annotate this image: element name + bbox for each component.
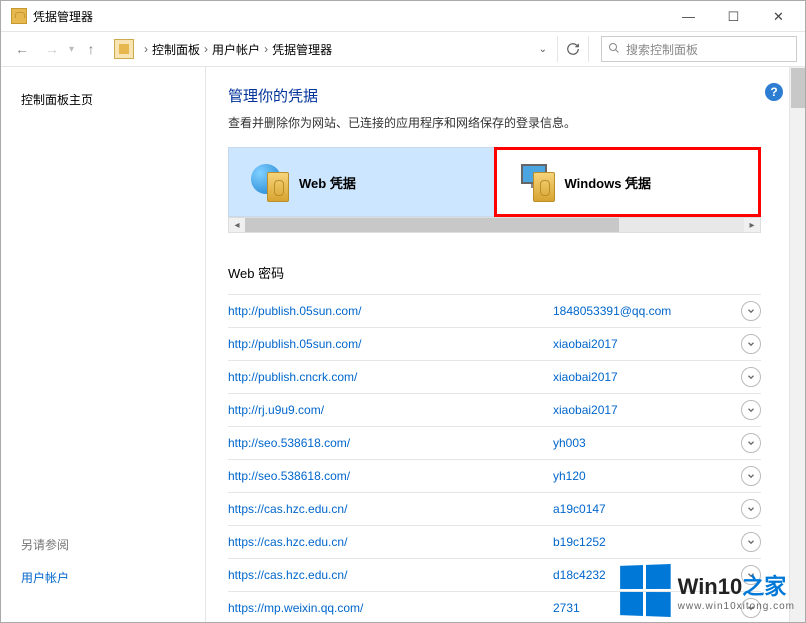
see-also-label: 另请参阅 <box>21 536 185 553</box>
content: 控制面板主页 另请参阅 用户帐户 ? 管理你的凭据 查看并删除你为网站、已连接的… <box>1 67 805 622</box>
credential-user[interactable]: xiaobai2017 <box>553 337 733 351</box>
breadcrumb-sep: › <box>144 42 148 56</box>
navigation-bar: ← → ▾ ↑ › 控制面板 › 用户帐户 › 凭据管理器 ⌄ 搜索控制面板 <box>1 31 805 67</box>
expand-button[interactable] <box>741 400 761 420</box>
tab-web-label: Web 凭据 <box>299 173 356 192</box>
up-button[interactable]: ↑ <box>78 36 104 62</box>
tabs-scrollbar[interactable]: ◂ ▸ <box>228 217 761 233</box>
expand-button[interactable] <box>741 598 761 618</box>
breadcrumb-sep: › <box>204 42 208 56</box>
credential-user[interactable]: a19c0147 <box>553 502 733 516</box>
window-title: 凭据管理器 <box>33 8 666 25</box>
credential-manager-window: 凭据管理器 — ☐ ✕ ← → ▾ ↑ › 控制面板 › 用户帐户 › 凭据管理… <box>0 0 806 623</box>
expand-button[interactable] <box>741 499 761 519</box>
search-icon <box>608 42 620 57</box>
credential-url[interactable]: http://seo.538618.com/ <box>228 469 553 483</box>
windows-credentials-icon <box>515 162 555 202</box>
help-icon[interactable]: ? <box>765 83 783 101</box>
tabs-container: Web 凭据 Windows 凭据 ◂ ▸ <box>228 147 761 233</box>
expand-button[interactable] <box>741 334 761 354</box>
tab-windows-label: Windows 凭据 <box>565 173 652 192</box>
credential-user[interactable]: yh003 <box>553 436 733 450</box>
breadcrumb-item-1[interactable]: 用户帐户 <box>212 41 260 58</box>
credential-url[interactable]: https://cas.hzc.edu.cn/ <box>228 535 553 549</box>
expand-button[interactable] <box>741 565 761 585</box>
credential-user[interactable]: 2731 <box>553 601 733 615</box>
credential-url[interactable]: http://seo.538618.com/ <box>228 436 553 450</box>
app-icon <box>11 8 27 24</box>
credential-row: https://cas.hzc.edu.cn/a19c0147 <box>228 492 761 525</box>
credential-row: http://seo.538618.com/yh003 <box>228 426 761 459</box>
search-placeholder: 搜索控制面板 <box>626 41 698 58</box>
back-button[interactable]: ← <box>9 36 35 62</box>
credential-url[interactable]: https://mp.weixin.qq.com/ <box>228 601 553 615</box>
credential-user[interactable]: xiaobai2017 <box>553 370 733 384</box>
expand-button[interactable] <box>741 301 761 321</box>
credential-row: http://publish.cncrk.com/xiaobai2017 <box>228 360 761 393</box>
close-button[interactable]: ✕ <box>756 2 801 31</box>
forward-button[interactable]: → <box>39 36 65 62</box>
web-credentials-icon <box>249 162 289 202</box>
sidebar-home[interactable]: 控制面板主页 <box>21 91 185 108</box>
credential-user[interactable]: yh120 <box>553 469 733 483</box>
credential-url[interactable]: http://rj.u9u9.com/ <box>228 403 553 417</box>
search-input[interactable]: 搜索控制面板 <box>601 36 797 62</box>
credential-row: https://cas.hzc.edu.cn/d18c4232 <box>228 558 761 591</box>
credential-row: https://mp.weixin.qq.com/2731 <box>228 591 761 622</box>
refresh-button[interactable] <box>557 36 589 62</box>
credential-url[interactable]: http://publish.cncrk.com/ <box>228 370 553 384</box>
expand-button[interactable] <box>741 367 761 387</box>
tab-web-credentials[interactable]: Web 凭据 <box>229 148 495 216</box>
breadcrumb-item-2[interactable]: 凭据管理器 <box>272 41 332 58</box>
credential-list: http://publish.05sun.com/1848053391@qq.c… <box>228 294 761 622</box>
recent-locations-dropdown[interactable]: ▾ <box>69 44 74 55</box>
address-bar-icon[interactable] <box>114 39 134 59</box>
credential-url[interactable]: http://publish.05sun.com/ <box>228 304 553 318</box>
expand-button[interactable] <box>741 466 761 486</box>
scroll-right-icon[interactable]: ▸ <box>744 218 760 232</box>
sidebar-user-accounts[interactable]: 用户帐户 <box>21 569 185 586</box>
page-title: 管理你的凭据 <box>228 85 761 106</box>
credential-user[interactable]: 1848053391@qq.com <box>553 304 733 318</box>
sidebar: 控制面板主页 另请参阅 用户帐户 <box>1 67 206 622</box>
breadcrumb-sep: › <box>264 42 268 56</box>
web-passwords-heading: Web 密码 <box>228 263 761 282</box>
scroll-left-icon[interactable]: ◂ <box>229 218 245 232</box>
breadcrumb[interactable]: › 控制面板 › 用户帐户 › 凭据管理器 <box>138 41 529 58</box>
credential-user[interactable]: d18c4232 <box>553 568 733 582</box>
address-dropdown[interactable]: ⌄ <box>533 44 553 55</box>
credential-row: http://rj.u9u9.com/xiaobai2017 <box>228 393 761 426</box>
minimize-button[interactable]: — <box>666 2 711 31</box>
credential-row: https://cas.hzc.edu.cn/b19c1252 <box>228 525 761 558</box>
credential-row: http://publish.05sun.com/1848053391@qq.c… <box>228 294 761 327</box>
credential-url[interactable]: https://cas.hzc.edu.cn/ <box>228 502 553 516</box>
credential-user[interactable]: b19c1252 <box>553 535 733 549</box>
credential-row: http://publish.05sun.com/xiaobai2017 <box>228 327 761 360</box>
main: ? 管理你的凭据 查看并删除你为网站、已连接的应用程序和网络保存的登录信息。 W… <box>206 67 805 622</box>
titlebar: 凭据管理器 — ☐ ✕ <box>1 1 805 31</box>
maximize-button[interactable]: ☐ <box>711 2 756 31</box>
expand-button[interactable] <box>741 433 761 453</box>
page-subtitle: 查看并删除你为网站、已连接的应用程序和网络保存的登录信息。 <box>228 114 761 131</box>
breadcrumb-item-0[interactable]: 控制面板 <box>152 41 200 58</box>
credential-row: http://seo.538618.com/yh120 <box>228 459 761 492</box>
credential-user[interactable]: xiaobai2017 <box>553 403 733 417</box>
vertical-scrollbar[interactable] <box>789 67 805 622</box>
expand-button[interactable] <box>741 532 761 552</box>
credential-url[interactable]: https://cas.hzc.edu.cn/ <box>228 568 553 582</box>
credential-url[interactable]: http://publish.05sun.com/ <box>228 337 553 351</box>
tab-windows-credentials[interactable]: Windows 凭据 <box>495 148 761 216</box>
